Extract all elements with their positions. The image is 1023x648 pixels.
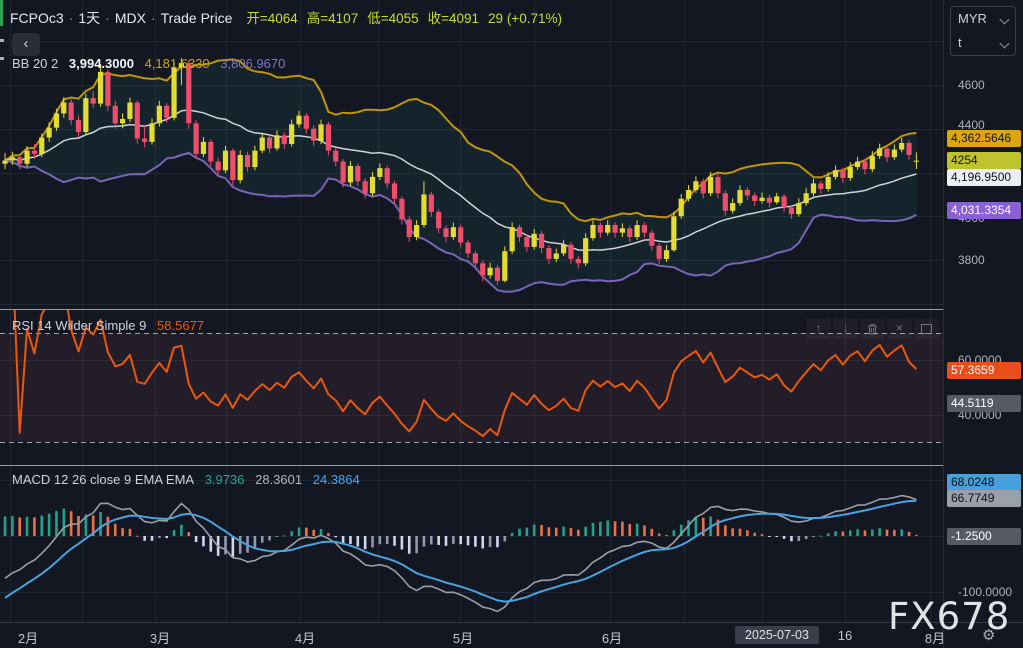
macd-hist-value: 3.9736	[205, 472, 245, 487]
time-tick: 3月	[150, 628, 170, 647]
time-tick: 2月	[18, 628, 38, 647]
macd-line-label: 66.7749	[947, 490, 1021, 507]
exchange: MDX	[115, 10, 146, 26]
trash-icon	[867, 323, 878, 335]
symbol-header: FCPOc3·1天·MDX·Trade Price 开=4064高=4107低=…	[10, 7, 571, 28]
arrow-down-icon: ↓	[843, 321, 849, 335]
maximize-icon	[921, 324, 932, 334]
trading-chart-window: FCPOc3·1天·MDX·Trade Price 开=4064高=4107低=…	[0, 0, 1023, 648]
last-price-label: 4254	[947, 152, 1021, 169]
bb-basis-value: 3,994.3000	[69, 56, 134, 71]
open-value: 开=4064	[246, 11, 297, 26]
move-pane-down-button[interactable]: ↓	[833, 318, 858, 339]
rsi-value-label: 57.3659	[947, 362, 1021, 379]
delete-pane-button[interactable]	[860, 318, 885, 339]
high-value: 高=4107	[307, 11, 358, 26]
bb-title: BB 20 2	[12, 56, 58, 71]
macd-signal-value: 24.3864	[313, 472, 360, 487]
pane-separator-rsi[interactable]	[0, 309, 1023, 310]
series-type: Trade Price	[161, 10, 233, 26]
pane-separator-macd[interactable]	[0, 465, 1023, 466]
macd-title: MACD 12 26 close 9 EMA EMA	[12, 472, 194, 487]
ohlc-values: 开=4064 高=4107 低=4055 收=4091 29 (+0.71%)	[246, 11, 571, 26]
macd-legend[interactable]: MACD 12 26 close 9 EMA EMA 3.9736 28.360…	[12, 472, 367, 487]
rsi-title: RSI 14 Wilder Simple 9	[12, 318, 146, 333]
price-tick: 4600	[958, 77, 985, 93]
time-axis[interactable]: 2月 3月 4月 5月 6月 2025-07-03 16 8月 ⚙	[0, 622, 1023, 648]
price-chart-canvas[interactable]	[0, 0, 943, 622]
currency-dropdown[interactable]: MYR	[951, 7, 1015, 31]
rsi-crosshair-label: 44.5119	[947, 395, 1021, 412]
time-tick: 16	[838, 628, 852, 643]
close-pane-button[interactable]: ×	[887, 318, 912, 339]
time-tick: 4月	[295, 628, 315, 647]
rsi-value: 58.5677	[157, 318, 204, 333]
arrow-up-icon: ↑	[816, 321, 822, 335]
rsi-legend[interactable]: RSI 14 Wilder Simple 9 58.5677	[12, 318, 211, 333]
low-value: 低=4055	[367, 11, 418, 26]
unit-dropdown[interactable]: t	[951, 31, 1015, 55]
bb-basis-price-label: 4,196.9500	[947, 169, 1021, 186]
fx678-watermark: FX678	[888, 595, 1010, 638]
symbol-name[interactable]: FCPOc3	[10, 10, 64, 26]
bb-lower-price-label: 4,031.3354	[947, 202, 1021, 219]
bb-upper-price-label: 4,362.5646	[947, 130, 1021, 147]
bb-lower-value: 3,806.9670	[220, 56, 285, 71]
left-edge-mark	[0, 39, 4, 42]
currency-value: MYR	[958, 11, 987, 26]
back-button[interactable]: ‹	[12, 33, 40, 56]
unit-value: t	[958, 35, 962, 50]
left-edge-accent	[0, 0, 3, 26]
macd-hist-label: -1.2500	[947, 528, 1021, 545]
currency-unit-selector: MYR t	[950, 6, 1016, 56]
price-axis[interactable]: 4600 4400 4000 3800 4,362.5646 4254 4,19…	[943, 0, 1023, 622]
pane-controls: ↑ ↓ ×	[806, 318, 939, 339]
macd-line-value: 28.3601	[255, 472, 302, 487]
bb-legend[interactable]: BB 20 2 3,994.3000 4,181.6330 3,806.9670	[12, 56, 292, 71]
time-tick: 5月	[453, 628, 473, 647]
time-tick: 6月	[602, 628, 622, 647]
bb-upper-value: 4,181.6330	[145, 56, 210, 71]
chevron-left-icon: ‹	[24, 35, 29, 52]
close-icon: ×	[896, 321, 903, 335]
change-value: 29 (+0.71%)	[488, 11, 562, 26]
crosshair-date-label: 2025-07-03	[735, 626, 819, 644]
interval[interactable]: 1天	[78, 10, 100, 26]
price-tick: 3800	[958, 252, 985, 268]
chevron-down-icon	[1000, 15, 1010, 25]
left-edge-mark	[0, 57, 4, 60]
maximize-pane-button[interactable]	[914, 318, 939, 339]
move-pane-up-button[interactable]: ↑	[806, 318, 831, 339]
close-value: 收=4091	[428, 11, 479, 26]
chevron-down-icon	[1000, 39, 1010, 49]
macd-signal-label: 68.0248	[947, 474, 1021, 491]
